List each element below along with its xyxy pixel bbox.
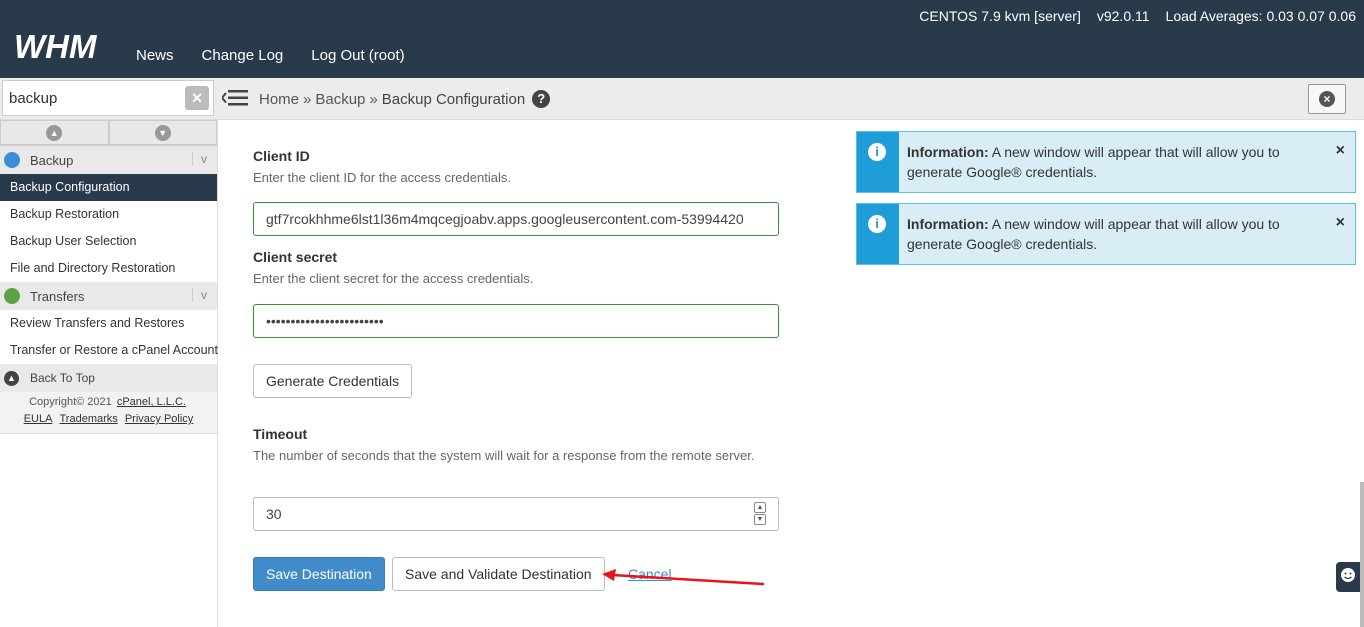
page-scrollbar[interactable] [1360, 482, 1364, 627]
breadcrumb-home[interactable]: Home [259, 91, 299, 108]
sidebar-item-backup-configuration[interactable]: Backup Configuration [0, 174, 217, 201]
clear-search-icon[interactable]: × [185, 86, 209, 110]
info-alert-bar: i [857, 204, 899, 264]
nav-logout-link[interactable]: Log Out (root) [311, 47, 404, 64]
whm-logo[interactable]: WHM [14, 30, 116, 66]
chevron-down-icon: ▼ [154, 124, 171, 141]
transfers-icon [4, 288, 20, 304]
close-panel-button[interactable]: × [1308, 84, 1346, 114]
timeout-field[interactable]: 30 ▲ ▼ [253, 497, 779, 531]
timeout-value: 30 [266, 506, 282, 522]
privacy-link[interactable]: Privacy Policy [125, 413, 193, 425]
sidebar: ▲ ▼ Backup v Backup Configuration Backup… [0, 120, 218, 627]
timeout-label: Timeout The number of seconds that the s… [253, 426, 773, 464]
close-icon: × [1319, 91, 1335, 107]
sidebar-category-transfers[interactable]: Transfers v [0, 282, 217, 310]
arrow-up-icon: ▲ [4, 370, 19, 386]
system-info: CENTOS 7.9 kvm [server] v92.0.11 Load Av… [919, 8, 1356, 24]
info-alert-title: Information: [907, 144, 989, 160]
generate-credentials-button[interactable]: Generate Credentials [253, 364, 413, 398]
top-nav: News Change Log Log Out (root) [136, 47, 433, 64]
breadcrumb-bar: × Home » Backup » Backup Configuration ?… [0, 78, 1364, 120]
client-id-field[interactable]: 53994420-gtf7rcokhhme6lst1l36m4mqcegjoab… [253, 202, 779, 236]
close-icon[interactable]: × [1336, 214, 1345, 232]
sidebar-item-file-directory-restoration[interactable]: File and Directory Restoration [0, 255, 217, 282]
close-icon[interactable]: × [1336, 142, 1345, 160]
scroll-down-button[interactable]: ▼ [108, 120, 217, 145]
breadcrumb: Home » Backup » Backup Configuration ? [259, 90, 551, 108]
back-to-top-label: Back To Top [30, 371, 95, 385]
client-secret-help: Enter the client secret for the access c… [253, 271, 534, 286]
stepper-up-icon[interactable]: ▲ [754, 502, 766, 513]
client-id-label: Client ID Enter the client ID for the ac… [253, 148, 511, 186]
client-secret-label: Client secret Enter the client secret fo… [253, 249, 533, 287]
client-secret-field[interactable]: •••••••••••••••••••••••• [253, 304, 779, 338]
save-validate-destination-button[interactable]: Save and Validate Destination [392, 557, 605, 591]
sidebar-item-transfer-restore-account[interactable]: Transfer or Restore a cPanel Account [0, 337, 218, 364]
stepper-down-icon[interactable]: ▼ [754, 514, 766, 525]
copyright-text: Copyright© 2021 [29, 396, 112, 408]
breadcrumb-separator: » [369, 90, 378, 108]
back-to-top[interactable]: ▲ Back To Top [0, 364, 217, 392]
timeout-help: The number of seconds that the system wi… [253, 448, 755, 463]
info-alert-title: Information: [907, 216, 989, 232]
sidebar-category-label: Backup [30, 152, 74, 168]
save-destination-button[interactable]: Save Destination [253, 557, 385, 591]
info-alert-message: Information: A new window will appear th… [907, 214, 1317, 254]
info-alert: i Information: A new window will appear … [856, 131, 1356, 193]
breadcrumb-separator: » [303, 90, 312, 108]
annotation-arrow-icon [602, 569, 765, 586]
sidebar-footer: Copyright© 2021 cPanel, L.L.C. EULA Trad… [0, 392, 217, 434]
client-id-title: Client ID [253, 148, 310, 164]
svg-text:WHM: WHM [14, 30, 98, 65]
info-alert: i Information: A new window will appear … [856, 203, 1356, 265]
timeout-title: Timeout [253, 426, 308, 442]
number-stepper[interactable]: ▲ ▼ [754, 502, 766, 525]
search-input[interactable] [3, 81, 173, 115]
os-info: CENTOS 7.9 kvm [server] [919, 8, 1081, 24]
chevron-up-icon: ▲ [46, 124, 63, 141]
info-alert-message: Information: A new window will appear th… [907, 142, 1317, 182]
chevron-down-icon[interactable]: v [192, 152, 207, 166]
breadcrumb-backup[interactable]: Backup [315, 91, 365, 108]
client-id-help: Enter the client ID for the access crede… [253, 170, 511, 185]
sidebar-item-backup-user-selection[interactable]: Backup User Selection [0, 228, 217, 255]
load-averages: Load Averages: 0.03 0.07 0.06 [1165, 8, 1356, 24]
backup-icon [4, 152, 20, 168]
sidebar-search: × [2, 80, 214, 116]
nav-changelog-link[interactable]: Change Log [202, 47, 284, 64]
info-icon: i [868, 143, 886, 161]
menu-collapse-icon[interactable] [222, 88, 248, 108]
top-header: WHM News Change Log Log Out (root) CENTO… [0, 0, 1364, 78]
eula-link[interactable]: EULA [24, 413, 53, 425]
scroll-up-button[interactable]: ▲ [0, 120, 109, 145]
info-alert-bar: i [857, 132, 899, 192]
sidebar-item-backup-restoration[interactable]: Backup Restoration [0, 201, 217, 228]
version-info: v92.0.11 [1096, 8, 1150, 24]
client-secret-title: Client secret [253, 249, 338, 265]
trademarks-link[interactable]: Trademarks [60, 413, 118, 425]
sidebar-category-backup[interactable]: Backup v [0, 146, 217, 174]
help-icon[interactable]: ? [532, 90, 551, 108]
nav-news-link[interactable]: News [136, 47, 174, 64]
sidebar-scroll-controls: ▲ ▼ [0, 120, 217, 146]
sidebar-category-label: Transfers [30, 288, 85, 304]
cpanel-link[interactable]: cPanel, L.L.C. [117, 396, 186, 408]
info-icon: i [868, 215, 886, 233]
breadcrumb-current: Backup Configuration [381, 90, 526, 108]
sidebar-item-review-transfers[interactable]: Review Transfers and Restores [0, 310, 217, 337]
chevron-down-icon[interactable]: v [192, 288, 207, 302]
